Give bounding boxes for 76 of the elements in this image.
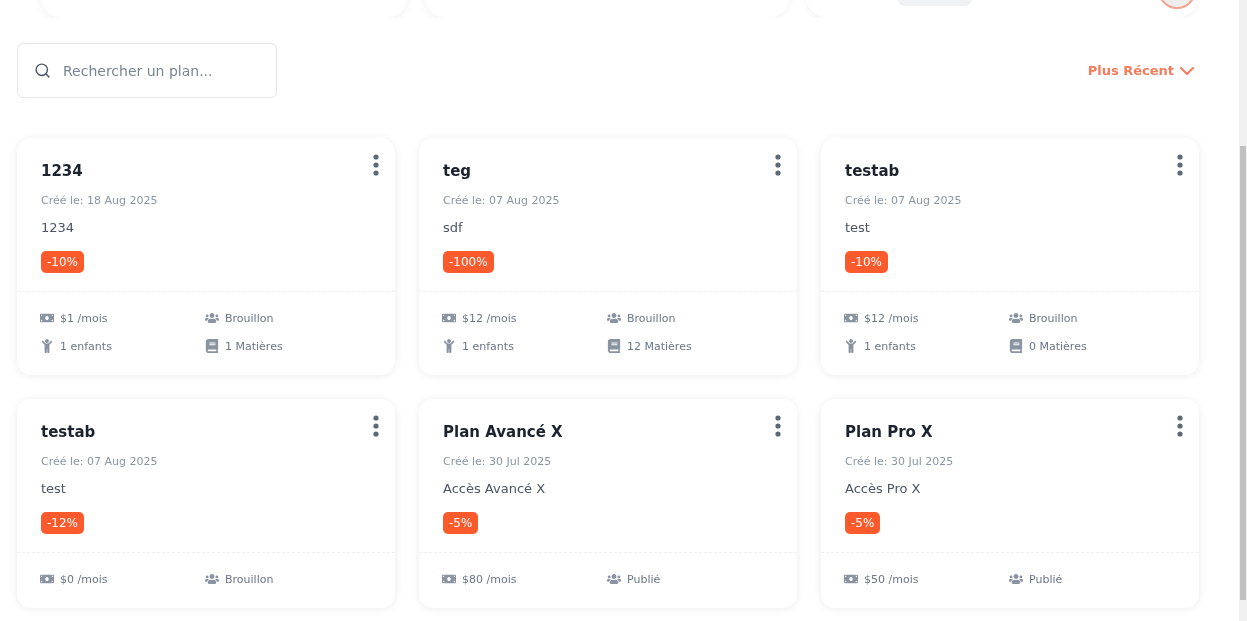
created-date: Créé le: 07 Aug 2025	[41, 455, 158, 468]
money-icon	[442, 572, 456, 586]
stat-text: 1 enfants	[864, 339, 916, 353]
users-icon	[1009, 311, 1023, 325]
stat-text: Brouillon	[225, 311, 274, 325]
search-icon	[34, 62, 51, 79]
stat-text: 1 Matières	[225, 339, 283, 353]
book-icon	[205, 339, 219, 353]
created-date: Créé le: 07 Aug 2025	[443, 194, 560, 207]
users-icon	[205, 311, 219, 325]
discount-badge: -10%	[41, 251, 84, 273]
dots-icon	[1175, 415, 1185, 437]
dots-icon	[773, 154, 783, 176]
more-menu-button[interactable]	[773, 154, 783, 176]
discount-badge: -5%	[443, 512, 479, 534]
dots-icon	[1175, 154, 1185, 176]
child-icon	[442, 339, 456, 353]
plan-description: 1234	[41, 220, 75, 235]
plan-title: Plan Avancé X	[443, 423, 563, 441]
stat-text: $80 /mois	[462, 572, 517, 586]
stat-text: Brouillon	[225, 572, 274, 586]
created-date: Créé le: 30 Jul 2025	[443, 455, 552, 468]
money-icon	[442, 311, 456, 325]
stat-text: $0 /mois	[60, 572, 108, 586]
discount-badge: -5%	[845, 512, 881, 534]
stat-text: $12 /mois	[864, 311, 919, 325]
discount-badge: -100%	[443, 251, 494, 273]
plan-title: testab	[41, 423, 96, 441]
users-icon	[607, 572, 621, 586]
plan-description: Accès Avancé X	[443, 481, 546, 496]
users-icon	[1009, 572, 1023, 586]
created-date: Créé le: 07 Aug 2025	[845, 194, 962, 207]
created-date: Créé le: 30 Jul 2025	[845, 455, 954, 468]
plan-title: Plan Pro X	[845, 423, 933, 441]
plan-description: test	[845, 220, 870, 235]
users-icon	[607, 311, 621, 325]
plan-title: teg	[443, 162, 472, 180]
discount-badge: -12%	[41, 512, 84, 534]
dots-icon	[773, 415, 783, 437]
dots-icon	[371, 154, 381, 176]
stat-text: Publié	[627, 572, 661, 586]
more-menu-button[interactable]	[1175, 154, 1185, 176]
stat-text: Brouillon	[1029, 311, 1078, 325]
created-date: Créé le: 18 Aug 2025	[41, 194, 158, 207]
dots-icon	[371, 415, 381, 437]
book-icon	[1009, 339, 1023, 353]
money-icon	[844, 311, 858, 325]
users-icon	[205, 572, 219, 586]
stat-text: 12 Matières	[627, 339, 692, 353]
more-menu-button[interactable]	[371, 415, 381, 437]
stat-text: Publié	[1029, 572, 1063, 586]
stat-text: $50 /mois	[864, 572, 919, 586]
money-icon	[40, 572, 54, 586]
money-icon	[40, 311, 54, 325]
stat-text: $12 /mois	[462, 311, 517, 325]
chevron-icon	[1180, 66, 1194, 75]
plan-title: 1234	[41, 162, 83, 180]
sort-dropdown[interactable]: Plus Récent	[1087, 63, 1194, 78]
discount-badge: -10%	[845, 251, 888, 273]
plan-title: testab	[845, 162, 900, 180]
plan-description: test	[41, 481, 66, 496]
plan-description: sdf	[443, 220, 463, 235]
stat-text: 0 Matières	[1029, 339, 1087, 353]
stat-text: $1 /mois	[60, 311, 108, 325]
stat-text: 1 enfants	[462, 339, 514, 353]
book-icon	[607, 339, 621, 353]
more-menu-button[interactable]	[773, 415, 783, 437]
child-icon	[844, 339, 858, 353]
child-icon	[40, 339, 54, 353]
search-field[interactable]: Rechercher un plan...	[17, 43, 277, 98]
more-menu-button[interactable]	[371, 154, 381, 176]
plan-description: Accès Pro X	[845, 481, 921, 496]
stat-text: Brouillon	[627, 311, 676, 325]
stat-text: 1 enfants	[60, 339, 112, 353]
more-menu-button[interactable]	[1175, 415, 1185, 437]
money-icon	[844, 572, 858, 586]
